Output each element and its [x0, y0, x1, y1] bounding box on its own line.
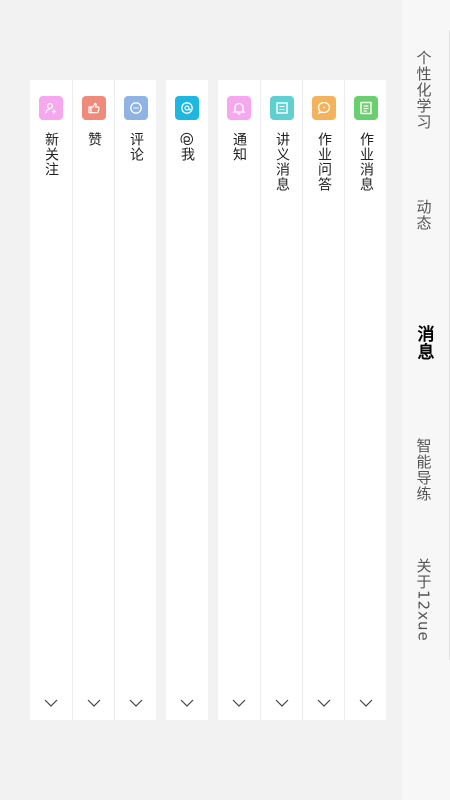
at-icon — [175, 96, 199, 120]
homework-qa-row[interactable]: 作业问答 — [302, 80, 344, 720]
chevron-down-icon[interactable] — [30, 698, 72, 708]
follow-user-icon — [39, 96, 63, 120]
notes-icon — [270, 96, 294, 120]
mention-me-row[interactable]: @我 — [166, 80, 208, 720]
side-navigation: 个性化学习 动态 消息 智能导练 关于12xue — [402, 0, 450, 800]
chevron-down-icon[interactable] — [303, 698, 345, 708]
row-label: 赞 — [86, 132, 102, 147]
likes-row[interactable]: 赞 — [72, 80, 114, 720]
nav-label: 动态 — [414, 199, 433, 231]
homework-messages-card: 作业消息 作业问答 讲义消息 通知 — [218, 80, 386, 720]
chevron-down-icon[interactable] — [261, 698, 303, 708]
nav-label: 智能导练 — [414, 438, 433, 502]
row-label: 评论 — [128, 132, 144, 162]
messages-page: 个性化学习 动态 消息 智能导练 关于12xue 作业消息 作业问答 讲义消息 … — [0, 0, 450, 800]
nav-item-personalized-learning[interactable]: 个性化学习 — [402, 40, 446, 140]
bell-icon — [227, 96, 251, 120]
nav-item-smart-practice[interactable]: 智能导练 — [402, 430, 446, 510]
document-icon — [354, 96, 378, 120]
nav-item-activity[interactable]: 动态 — [402, 190, 446, 240]
row-label: 作业消息 — [358, 132, 374, 192]
nav-label: 关于12xue — [414, 558, 433, 642]
chevron-down-icon[interactable] — [166, 698, 208, 708]
chevron-down-icon[interactable] — [115, 698, 157, 708]
homework-messages-row[interactable]: 作业消息 — [344, 80, 386, 720]
row-label: 讲义消息 — [274, 132, 290, 192]
thumbs-up-icon — [82, 96, 106, 120]
chevron-down-icon[interactable] — [345, 698, 387, 708]
notification-row[interactable]: 通知 — [218, 80, 260, 720]
row-label: @我 — [179, 132, 195, 162]
row-label: 作业问答 — [316, 132, 332, 192]
comment-icon — [124, 96, 148, 120]
chevron-down-icon[interactable] — [73, 698, 115, 708]
nav-item-messages[interactable]: 消息 — [402, 318, 446, 368]
comments-row[interactable]: 评论 — [114, 80, 156, 720]
row-label: 通知 — [231, 132, 247, 162]
chevron-down-icon[interactable] — [218, 698, 260, 708]
new-followers-row[interactable]: 新关注 — [30, 80, 72, 720]
nav-label: 个性化学习 — [414, 50, 433, 130]
nav-item-about[interactable]: 关于12xue — [402, 555, 446, 645]
social-card: 评论 赞 新关注 — [30, 80, 156, 720]
row-label: 新关注 — [43, 132, 59, 177]
mentions-card: @我 — [166, 80, 208, 720]
lecture-notes-row[interactable]: 讲义消息 — [260, 80, 302, 720]
chat-bubble-icon — [312, 96, 336, 120]
nav-label: 消息 — [413, 325, 434, 361]
